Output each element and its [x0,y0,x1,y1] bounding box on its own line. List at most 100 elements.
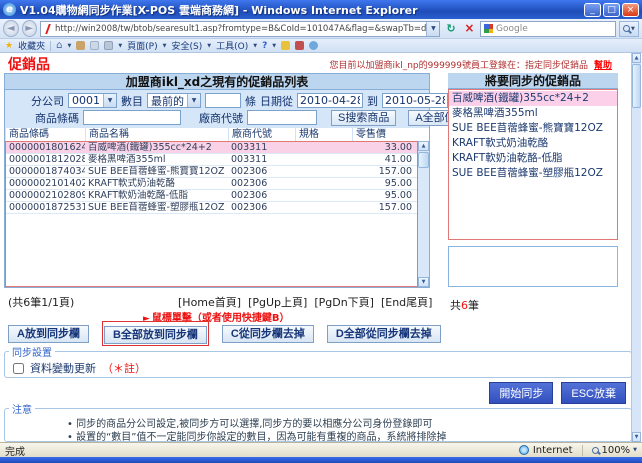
notice-legend: 注意 [9,401,35,416]
page-nav-link[interactable]: [Home首頁] [178,294,241,310]
column-label: 商品條碼 [5,128,85,141]
stop-button[interactable]: × [462,21,477,37]
put-all-to-sync-button[interactable]: B全部放到同步欄 [104,326,207,344]
search-box[interactable]: Google [480,21,616,37]
cell-barcode: 0000001872531 [6,202,85,213]
sync-list-item[interactable]: SUE BEE苜蓿蜂蜜-熊寶寶12OZ [449,121,617,136]
date-from-input[interactable] [297,93,363,108]
search-dropdown-icon[interactable]: ▼ [631,26,635,32]
page-nav-link[interactable]: [PgDn下頁] [314,294,374,310]
help-menu[interactable]: ? [262,41,267,51]
sync-total: 共6筆 [450,297,479,313]
date-to-input[interactable] [382,93,448,108]
favorites-star-icon[interactable]: ★ [5,41,13,51]
remove-all-from-sync-button[interactable]: D全部從同步欄去掉 [327,325,441,343]
minimize-button[interactable]: _ [584,3,601,17]
home-dropdown-icon[interactable]: ▼ [67,43,71,49]
scroll-up-icon[interactable]: ▲ [632,53,641,63]
cell-spec [295,190,352,201]
cell-price: 41.00 [352,154,417,165]
menu-page[interactable]: 頁面(P) [127,39,157,52]
help-link[interactable]: 幫助 [594,61,612,71]
refresh-button[interactable]: ↻ [443,21,458,37]
back-button[interactable]: ◄ [3,20,19,37]
table-row[interactable]: 0000001812028 麥格黑啤酒355ml 003311 41.00 [6,154,417,166]
toolbar-addon-icon[interactable] [295,41,304,50]
table-row[interactable]: 0000001872531 SUE BEE苜蓿蜂蜜-塑膠瓶12OZ 002306… [6,202,417,214]
sync-list-item[interactable]: KRAFT軟奶油乾酪-低脂 [449,151,617,166]
scroll-thumb[interactable] [418,152,429,168]
column-label: 廠商代號 [228,128,295,141]
promo-list-panel: 加盟商ikl_xd之現有的促銷品列表 分公司 0001▼ 數目 最前的▼ 條 日… [4,73,430,288]
scroll-down-icon[interactable]: ▼ [632,432,641,442]
vendor-input[interactable] [247,110,317,125]
notice-list: 同步的商品分公司設定,被同步方可以選擇,同步方的要以相應分公司身份登錄即可設置的… [67,419,631,442]
favorites-label[interactable]: 收藏夾 [18,39,45,52]
page-slice-icon[interactable] [90,41,99,50]
table-row[interactable]: 0000001801624 百威啤酒(鐵罐)355cc*24+2 003311 … [6,142,417,154]
remove-from-sync-button[interactable]: C從同步欄去掉 [222,325,314,343]
sync-list-item[interactable]: KRAFT軟式奶油乾酪 [449,136,617,151]
zoom-dropdown-icon[interactable]: ▼ [633,447,637,453]
toolbar-separator [50,41,51,51]
page-nav-link[interactable]: [End尾頁] [381,294,433,310]
branch-select[interactable]: 0001▼ [68,93,117,108]
toolbar-addon-icon[interactable] [309,41,318,50]
barcode-input[interactable] [83,110,181,125]
chevron-down-icon[interactable]: ▼ [103,94,116,107]
table-column-header: 商品條碼商品名稱廠商代號規格零售價 [5,128,429,141]
scroll-up-icon[interactable]: ▲ [418,141,429,151]
cell-vendor: 003311 [228,154,295,165]
zoom-level[interactable]: 100% [602,445,631,456]
sync-list: 百威啤酒(鐵罐)355cc*24+2麥格黑啤酒355mlSUE BEE苜蓿蜂蜜-… [448,89,618,240]
cell-price: 33.00 [352,142,417,153]
cell-vendor: 002306 [228,166,295,177]
scroll-thumb[interactable] [632,64,641,108]
count-input[interactable] [205,93,241,108]
magnifier-icon [623,25,630,32]
notice-fieldset: 注意 同步的商品分公司設定,被同步方可以選擇,同步方的要以相應分公司身份登錄即可… [4,401,632,442]
help-caret-icon: ▼ [272,43,276,49]
table-row[interactable]: 0000001874034 SUE BEE苜蓿蜂蜜-熊寶寶12OZ 002306… [6,166,417,178]
close-button[interactable]: × [622,3,639,17]
print-dropdown-icon[interactable]: ▼ [118,43,122,49]
cell-name: KRAFT軟奶油乾酪-低脂 [85,190,228,201]
unit-label: 條 [245,93,256,109]
cell-price: 95.00 [352,178,417,189]
page-nav-link[interactable]: [PgUp上頁] [248,294,307,310]
address-dropdown-icon[interactable]: ▼ [426,22,439,36]
url-text[interactable]: http://win2008/tw/btob/searesult1.asp?fr… [55,24,426,34]
sync-list-item[interactable]: 百威啤酒(鐵罐)355cc*24+2 [449,91,617,106]
scroll-down-icon[interactable]: ▼ [418,277,429,287]
data-update-checkbox[interactable] [13,363,24,374]
menu-tools[interactable]: 工具(O) [216,39,248,52]
menu-safety[interactable]: 安全(S) [171,39,202,52]
forward-button[interactable]: ► [22,20,38,37]
sync-panel: 將要同步的促銷品 百威啤酒(鐵罐)355cc*24+2麥格黑啤酒355mlSUE… [448,73,618,288]
table-scrollbar[interactable]: ▲ ▼ [418,141,429,287]
table-row[interactable]: 0000002101402 KRAFT軟式奶油乾酪 002306 95.00 [6,178,417,190]
page-title: 促銷品 [8,54,50,74]
home-icon[interactable]: ⌂ [56,40,62,51]
page-scrollbar[interactable]: ▲ ▼ [631,53,641,442]
table-row[interactable]: 0000002102809 KRAFT軟奶油乾酪-低脂 002306 95.00 [6,190,417,202]
search-input-text[interactable]: Google [496,24,528,34]
print-icon[interactable] [104,41,113,50]
cell-vendor: 002306 [228,178,295,189]
toolbar-addon-icon[interactable] [281,41,290,50]
cell-barcode: 0000001874034 [6,166,85,177]
address-field[interactable]: http://win2008/tw/btob/searesult1.asp?fr… [40,21,440,37]
search-button[interactable]: ▼ [619,21,639,37]
search-products-button[interactable]: S搜索商品 [331,110,396,126]
count-mode-select[interactable]: 最前的▼ [147,93,201,108]
sync-list-item[interactable]: SUE BEE苜蓿蜂蜜-塑膠瓶12OZ [449,166,617,181]
cell-price: 157.00 [352,202,417,213]
maximize-button[interactable]: □ [603,3,620,17]
put-to-sync-button[interactable]: A放到同步欄 [8,325,89,343]
feed-icon[interactable] [76,41,85,50]
cell-spec [295,166,352,177]
cell-barcode: 0000001801624 [6,142,85,153]
sync-list-item[interactable]: 麥格黑啤酒355ml [449,106,617,121]
chevron-down-icon[interactable]: ▼ [187,94,200,107]
status-text: 完成 [5,443,519,458]
